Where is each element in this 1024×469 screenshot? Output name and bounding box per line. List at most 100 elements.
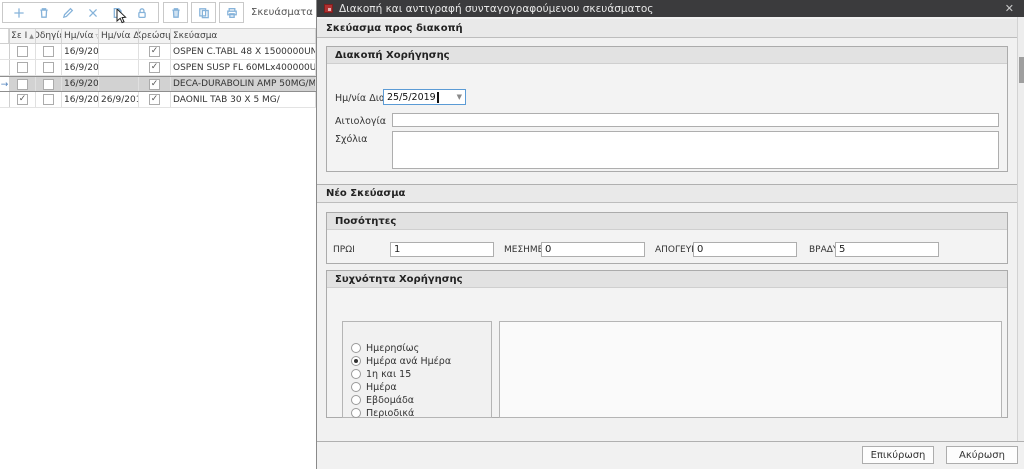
table-cell xyxy=(9,44,36,59)
frequency-option-label: Εβδομάδα xyxy=(366,395,414,406)
frequency-option[interactable]: 1η και 15 xyxy=(351,369,491,379)
table-row[interactable]: ✓16/9/201926/9/2019✓DAONIL TAB 30 X 5 MG… xyxy=(0,92,316,108)
table-header-row: Σε Ι▲ΟδηγίεΗμ/νία▽Ημ/νία ΔιαΧρεώσιμΣκεύα… xyxy=(0,28,316,44)
checkbox-unchecked[interactable] xyxy=(43,62,54,73)
radio-icon[interactable] xyxy=(351,395,361,405)
reason-input[interactable] xyxy=(392,113,999,127)
dialog-titlebar[interactable]: Διακοπή και αντιγραφή συνταγογραφούμενου… xyxy=(317,0,1024,17)
frequency-detail-panel xyxy=(499,321,1002,418)
scrollbar-thumb[interactable] xyxy=(1019,57,1024,83)
text-caret xyxy=(437,92,439,103)
section-medication-to-discontinue: Σκεύασμα προς διακοπή xyxy=(317,19,1018,38)
discontinue-copy-dialog: Διακοπή και αντιγραφή συνταγογραφούμενου… xyxy=(316,0,1024,469)
discontinue-date-value: 25/5/2019 xyxy=(387,92,436,103)
table-cell xyxy=(36,44,62,59)
column-header[interactable]: Σκεύασμα xyxy=(171,29,316,43)
confirm-button[interactable]: Επικύρωση xyxy=(862,446,934,464)
cancel-icon[interactable] xyxy=(86,6,100,20)
cancel-button[interactable]: Ακύρωση xyxy=(946,446,1018,464)
table-cell: ✓ xyxy=(139,77,171,91)
discontinue-group-title: Διακοπή Χορήγησης xyxy=(327,47,1007,64)
checkbox-checked[interactable]: ✓ xyxy=(149,79,160,90)
comments-textarea[interactable] xyxy=(392,131,999,169)
dialog-app-icon xyxy=(324,4,333,13)
radio-icon[interactable] xyxy=(351,369,361,379)
frequency-option-label: 1η και 15 xyxy=(366,369,411,380)
edit-icon[interactable] xyxy=(61,6,75,20)
radio-selected-icon[interactable] xyxy=(351,356,361,366)
dialog-scrollbar[interactable] xyxy=(1017,17,1024,441)
dialog-title: Διακοπή και αντιγραφή συνταγογραφούμενου… xyxy=(339,3,653,15)
prescription-date: 16/9/2019 xyxy=(62,44,99,59)
checkbox-unchecked[interactable] xyxy=(17,62,28,73)
discontinue-date xyxy=(99,60,139,75)
checkbox-checked[interactable]: ✓ xyxy=(149,62,160,73)
print-icon xyxy=(225,6,239,20)
lock-icon[interactable] xyxy=(135,6,149,20)
row-margin xyxy=(0,44,9,59)
frequency-option[interactable]: Εβδομάδα xyxy=(351,395,491,405)
table-cell xyxy=(36,77,62,91)
table-row[interactable]: 16/9/2019✓OSPEN SUSP FL 60MLx400000UN/5M… xyxy=(0,60,316,76)
table-cell: ✓ xyxy=(139,44,171,59)
checkbox-checked[interactable]: ✓ xyxy=(149,94,160,105)
frequency-option[interactable]: Ημέρα ανά Ημέρα xyxy=(351,356,491,366)
column-header[interactable]: Ημ/νία Δια xyxy=(99,29,139,43)
footer-divider xyxy=(317,441,1024,442)
quantity-input[interactable] xyxy=(693,242,797,257)
frequency-option[interactable]: Ημέρα xyxy=(351,382,491,392)
frequency-option[interactable]: Περιοδικά xyxy=(351,408,491,418)
quantity-input[interactable] xyxy=(541,242,645,257)
discontinue-date xyxy=(99,77,139,91)
add-icon[interactable] xyxy=(12,6,26,20)
table-cell: ✓ xyxy=(9,92,36,107)
discontinue-group: Διακοπή Χορήγησης Ημ/νία Διακοπής 25/5/2… xyxy=(326,46,1008,172)
toolbar-duplicate-button[interactable] xyxy=(191,2,216,23)
checkbox-checked[interactable]: ✓ xyxy=(17,94,28,105)
quantities-group-title: Ποσότητες xyxy=(327,213,1007,230)
checkbox-unchecked[interactable] xyxy=(43,46,54,57)
frequency-option-label: Ημέρα ανά Ημέρα xyxy=(366,356,451,367)
row-margin xyxy=(0,60,9,75)
checkbox-unchecked[interactable] xyxy=(43,94,54,105)
quantity-input[interactable] xyxy=(835,242,939,257)
column-header[interactable]: Σε Ι▲ xyxy=(9,29,36,43)
table-row[interactable]: 16/9/2019✓OSPEN C.TABL 48 X 1500000UN_RP… xyxy=(0,44,316,60)
trash-icon xyxy=(169,6,183,20)
sort-icon[interactable]: ▲ xyxy=(29,33,34,40)
medication-name: DECA-DURABOLIN AMP 50MG/ML xyxy=(171,77,316,91)
prescription-date: 16/9/2019 xyxy=(62,60,99,75)
checkbox-unchecked[interactable] xyxy=(17,79,28,90)
table-cell: ✓ xyxy=(139,60,171,75)
column-header[interactable]: Χρεώσιμ xyxy=(139,29,171,43)
quantity-label: ΒΡΑΔΥ xyxy=(809,245,838,255)
discontinue-date: 26/9/2019 xyxy=(99,92,139,107)
radio-icon[interactable] xyxy=(351,408,361,418)
duplicate-icon xyxy=(197,6,211,20)
frequency-option-label: Ημέρα xyxy=(366,382,397,393)
table-cell xyxy=(9,60,36,75)
checkbox-unchecked[interactable] xyxy=(43,79,54,90)
delete-icon[interactable] xyxy=(37,6,51,20)
column-header[interactable]: Οδηγίε xyxy=(36,29,62,43)
toolbar-trash-button[interactable] xyxy=(163,2,188,23)
radio-icon[interactable] xyxy=(351,382,361,392)
discontinue-date-input[interactable]: 25/5/2019 ▼ xyxy=(383,89,466,105)
quantity-label: ΠΡΩΙ xyxy=(333,245,355,255)
table-cell xyxy=(9,77,36,91)
column-header[interactable]: Ημ/νία▽ xyxy=(62,29,99,43)
radio-icon[interactable] xyxy=(351,343,361,353)
table-row[interactable]: →16/9/2019✓DECA-DURABOLIN AMP 50MG/ML xyxy=(0,76,316,92)
frequency-options-panel: Ημερησίως Ημέρα ανά Ημέρα 1η και 15 Ημέρα Εβ… xyxy=(342,321,492,418)
chevron-down-icon[interactable]: ▼ xyxy=(457,93,462,101)
checkbox-unchecked[interactable] xyxy=(17,46,28,57)
table-cell xyxy=(36,60,62,75)
toolbar-print-button[interactable] xyxy=(219,2,244,23)
frequency-option-label: Περιοδικά xyxy=(366,408,414,419)
table-cell xyxy=(36,92,62,107)
frequency-option[interactable]: Ημερησίως xyxy=(351,343,491,353)
quantity-input[interactable] xyxy=(390,242,494,257)
checkbox-checked[interactable]: ✓ xyxy=(149,46,160,57)
close-icon[interactable]: ✕ xyxy=(1002,3,1017,14)
section-new-medication: Νέο Σκεύασμα xyxy=(317,184,1018,203)
